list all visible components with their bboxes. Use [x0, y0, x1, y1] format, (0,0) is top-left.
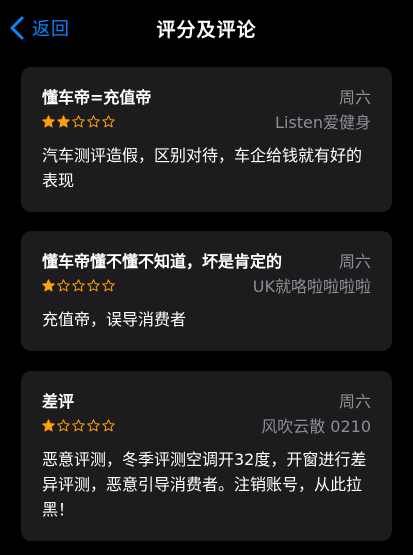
review-author: UK就咯啦啦啦啦 [252, 277, 371, 296]
star-empty-icon [87, 278, 100, 291]
star-empty-icon [87, 418, 100, 431]
review-title: 懂车帝=充值帝 [42, 88, 152, 107]
review-date: 周六 [338, 252, 371, 271]
review-card[interactable]: 懂车帝懂不懂不知道，坏是肯定的 周六 UK就咯啦啦啦啦 充值帝，误导消费者 [21, 231, 392, 351]
review-body: 恶意评测，冬季评测空调开32度，开窗进行差异评测，恶意引导消费者。注销账号，从此… [42, 450, 367, 519]
star-empty-icon [57, 418, 70, 431]
star-empty-icon [72, 114, 85, 127]
review-date: 周六 [338, 392, 371, 411]
star-filled-icon [42, 278, 55, 291]
page-title: 评分及评论 [156, 19, 257, 41]
star-filled-icon [42, 114, 55, 127]
review-title: 懂车帝懂不懂不知道，坏是肯定的 [42, 252, 283, 271]
star-empty-icon [57, 278, 70, 291]
star-empty-icon [87, 114, 100, 127]
review-title: 差评 [42, 392, 75, 411]
navigation-bar: 返回 评分及评论 [0, 0, 413, 56]
star-empty-icon [72, 418, 85, 431]
review-body: 充值帝，误导消费者 [42, 310, 187, 329]
review-card[interactable]: 差评 周六 风吹云散 0210 恶意评测，冬季评测空调开32度，开窗进行差异评测… [21, 371, 392, 541]
review-body: 汽车测评造假，区别对待，车企给钱就有好的表现 [42, 146, 363, 190]
star-filled-icon [57, 114, 70, 127]
star-empty-icon [102, 418, 115, 431]
star-empty-icon [102, 114, 115, 127]
review-date: 周六 [338, 88, 371, 107]
star-rating [42, 114, 115, 128]
star-empty-icon [102, 278, 115, 291]
review-author: 风吹云散 0210 [261, 417, 371, 436]
review-author: Listen爱健身 [275, 113, 371, 132]
star-empty-icon [72, 278, 85, 291]
star-rating [42, 418, 115, 432]
star-rating [42, 278, 115, 292]
star-filled-icon [42, 418, 55, 431]
review-card[interactable]: 懂车帝=充值帝 周六 Listen爱健身 汽车测评造假，区别对待，车企给钱就有好… [21, 67, 392, 212]
